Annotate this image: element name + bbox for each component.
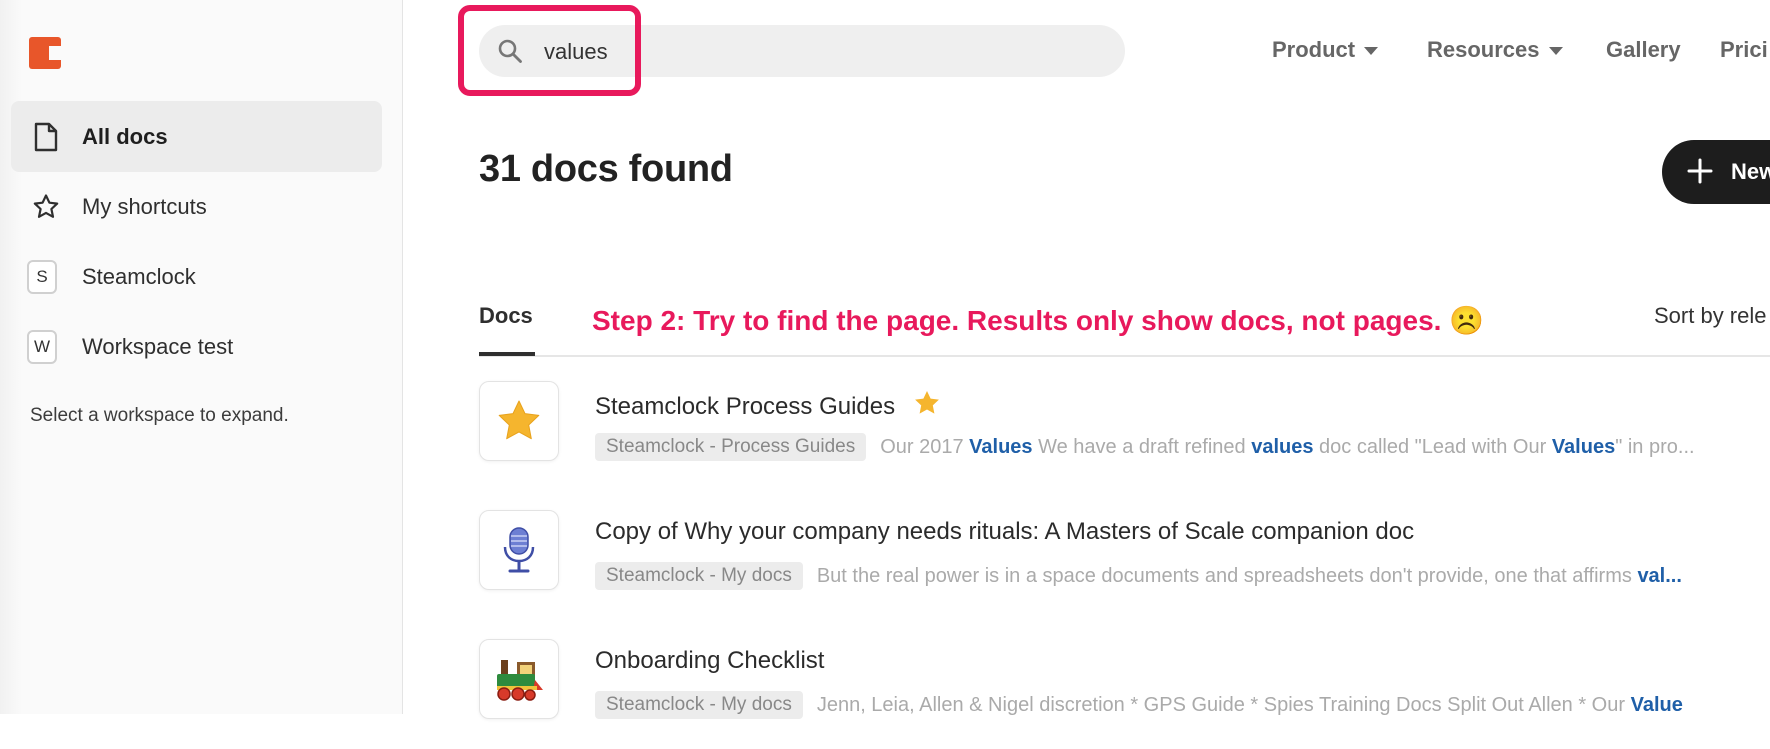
sidebar-item-all-docs[interactable]: All docs	[11, 101, 382, 172]
sidebar-item-workspace-test[interactable]: W Workspace test	[11, 311, 382, 382]
nav-pricing-label: Prici	[1720, 37, 1768, 62]
workspace-badge-container: S	[27, 259, 57, 294]
result-row[interactable]: Copy of Why your company needs rituals: …	[479, 510, 1770, 620]
result-location-tag: Steamclock - My docs	[595, 691, 803, 719]
result-meta: Steamclock - My docs But the real power …	[595, 562, 1682, 590]
nav-gallery[interactable]: Gallery	[1606, 37, 1681, 63]
result-location-tag: Steamclock - Process Guides	[595, 433, 867, 461]
sidebar-item-steamclock[interactable]: S Steamclock	[11, 241, 382, 312]
coda-logo-icon[interactable]	[29, 37, 61, 69]
star-icon	[479, 381, 559, 461]
result-snippet: Our 2017 Values We have a draft refined …	[880, 436, 1694, 459]
page-title: 31 docs found	[479, 148, 733, 190]
nav-resources-label: Resources	[1427, 37, 1540, 62]
workspace-badge-container: W	[27, 329, 57, 364]
snippet-text: " in pro...	[1615, 435, 1695, 458]
new-doc-button[interactable]: New	[1662, 140, 1770, 204]
sidebar-hint: Select a workspace to expand.	[30, 405, 289, 426]
snippet-match: Value	[1630, 693, 1683, 716]
result-row[interactable]: Onboarding Checklist Steamclock - My doc…	[479, 639, 1770, 749]
search-icon	[497, 38, 523, 64]
snippet-match: Values	[1551, 435, 1616, 458]
snippet-text: But the real power is in a space documen…	[816, 564, 1638, 587]
result-location-tag: Steamclock - My docs	[595, 562, 803, 590]
sidebar-item-label: Workspace test	[82, 333, 234, 359]
result-meta: Steamclock - My docs Jenn, Leia, Allen &…	[595, 691, 1683, 719]
snippet-match: Values	[969, 435, 1033, 458]
annotation-text: Step 2: Try to find the page. Results on…	[592, 305, 1485, 336]
locomotive-icon	[479, 639, 559, 719]
snippet-text: Our 2017	[880, 435, 970, 458]
star-outline-icon	[31, 192, 61, 222]
nav-pricing[interactable]: Prici	[1720, 37, 1768, 63]
tab-docs[interactable]: Docs	[479, 303, 533, 329]
nav-gallery-label: Gallery	[1606, 37, 1681, 62]
snippet-match: values	[1251, 435, 1314, 458]
workspace-badge: W	[27, 329, 57, 364]
snippet-text: We have a draft refined	[1032, 435, 1252, 458]
result-title-text: Steamclock Process Guides	[595, 393, 896, 420]
sidebar-item-label: All docs	[82, 123, 168, 149]
nav-product-label: Product	[1272, 37, 1356, 62]
result-snippet: But the real power is in a space documen…	[817, 565, 1682, 588]
result-row[interactable]: Steamclock Process Guides Steamclock - P…	[479, 381, 1770, 491]
plus-icon	[1685, 156, 1715, 186]
snippet-match: val...	[1637, 564, 1682, 587]
snippet-text: doc called "Lead with Our	[1313, 435, 1552, 458]
sidebar-item-my-shortcuts[interactable]: My shortcuts	[11, 171, 382, 242]
new-doc-button-label: New	[1731, 159, 1770, 184]
document-icon	[31, 122, 61, 152]
result-snippet: Jenn, Leia, Allen & Nigel discretion * G…	[817, 694, 1683, 717]
shortcut-star-icon[interactable]	[913, 389, 941, 424]
sidebar-item-label: Steamclock	[82, 263, 196, 289]
result-meta: Steamclock - Process Guides Our 2017 Val…	[595, 433, 1695, 461]
result-title[interactable]: Copy of Why your company needs rituals: …	[595, 518, 1414, 546]
microphone-icon	[479, 510, 559, 590]
sidebar: All docs My shortcuts S Steamclock W Wor…	[0, 0, 403, 714]
search-input[interactable]	[542, 35, 1086, 69]
sort-dropdown[interactable]: Sort by rele	[1654, 303, 1767, 329]
workspace-badge: S	[27, 259, 57, 294]
snippet-text: Jenn, Leia, Allen & Nigel discretion * G…	[816, 693, 1631, 716]
chevron-down-icon	[1548, 47, 1563, 55]
tab-active-indicator	[479, 352, 535, 356]
sidebar-item-label: My shortcuts	[82, 193, 207, 219]
search-bar[interactable]	[479, 25, 1125, 77]
result-title[interactable]: Steamclock Process Guides	[595, 389, 941, 424]
tabs-divider	[479, 355, 1770, 357]
chevron-down-icon	[1364, 47, 1379, 55]
nav-resources[interactable]: Resources	[1427, 37, 1563, 63]
nav-product[interactable]: Product	[1272, 37, 1379, 63]
result-title[interactable]: Onboarding Checklist	[595, 647, 824, 675]
